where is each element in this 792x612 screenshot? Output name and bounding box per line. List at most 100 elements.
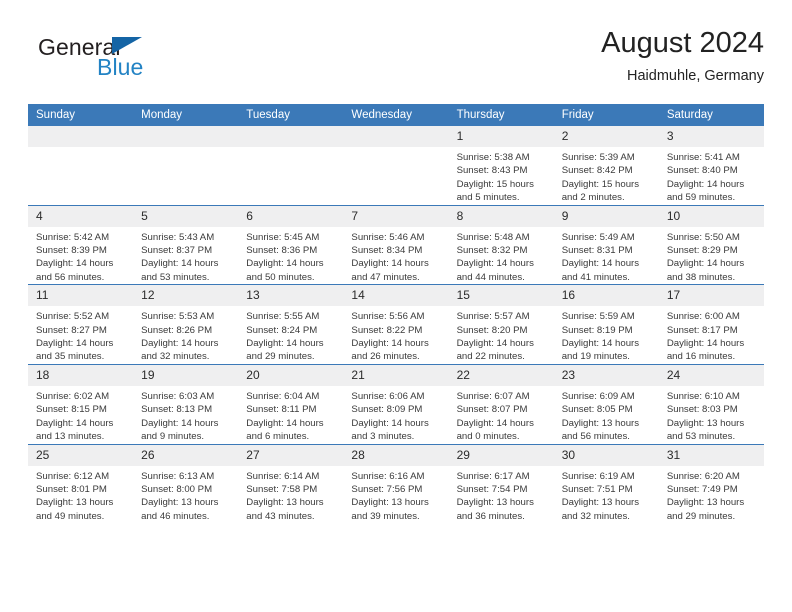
calendar-day-cell[interactable]: 8 Sunrise: 5:48 AM Sunset: 8:32 PM Daylight… bbox=[448, 204, 554, 285]
day-number: 6 bbox=[238, 205, 344, 227]
calendar-day-cell[interactable]: 26 Sunrise: 6:13 AM Sunset: 8:00 PM Dayligh… bbox=[133, 443, 239, 524]
sunset-text: Sunset: 8:17 PM bbox=[666, 324, 738, 336]
sunrise-text: Sunrise: 6:12 AM bbox=[36, 470, 110, 482]
calendar-day-cell[interactable]: 29 Sunrise: 6:17 AM Sunset: 7:54 PM Dayligh… bbox=[448, 443, 554, 524]
calendar-day-cell[interactable]: 7 Sunrise: 5:46 AM Sunset: 8:34 PM Daylight… bbox=[343, 204, 449, 285]
daylight-text: Daylight: 13 hours and 36 minutes. bbox=[456, 497, 534, 522]
sunset-text: Sunset: 7:58 PM bbox=[246, 483, 318, 495]
calendar-day-cell[interactable]: 25 Sunrise: 6:12 AM Sunset: 8:01 PM Dayligh… bbox=[28, 443, 134, 524]
daylight-text: Daylight: 13 hours and 56 minutes. bbox=[561, 417, 640, 443]
daylight-text: Daylight: 13 hours and 32 minutes. bbox=[561, 497, 640, 522]
general-blue-logo[interactable]: General Blue bbox=[38, 34, 218, 94]
calendar-header-row: Sunday Monday Tuesday Wednesday Thursday… bbox=[28, 104, 764, 126]
daylight-text: Daylight: 14 hours and 0 minutes. bbox=[456, 417, 534, 443]
daylight-text: Daylight: 14 hours and 16 minutes. bbox=[666, 338, 745, 363]
calendar-day-cell[interactable]: 18 Sunrise: 6:02 AM Sunset: 8:15 PM Dayligh… bbox=[28, 363, 134, 444]
calendar-day-cell[interactable]: 6 Sunrise: 5:45 AM Sunset: 8:36 PM Daylight… bbox=[238, 204, 344, 285]
calendar-day-cell[interactable]: 31 Sunrise: 6:20 AM Sunset: 7:49 PM Dayligh… bbox=[658, 443, 764, 524]
calendar-day-cell[interactable]: 1 Sunrise: 5:38 AM Sunset: 8:43 PM Daylight… bbox=[448, 126, 554, 206]
sunset-text: Sunset: 8:19 PM bbox=[561, 324, 633, 336]
sunset-text: Sunset: 7:56 PM bbox=[351, 483, 423, 495]
calendar-day-cell[interactable]: 9 Sunrise: 5:49 AM Sunset: 8:31 PM Daylight… bbox=[553, 204, 659, 285]
calendar-day-cell[interactable]: 21 Sunrise: 6:06 AM Sunset: 8:09 PM Dayligh… bbox=[343, 363, 449, 444]
calendar-day-cell[interactable]: 4 Sunrise: 5:42 AM Sunset: 8:39 PM Daylight… bbox=[28, 204, 134, 285]
sunrise-text: Sunrise: 6:04 AM bbox=[246, 390, 320, 402]
calendar-day-cell[interactable]: 11 Sunrise: 5:52 AM Sunset: 8:27 PM Dayligh… bbox=[28, 284, 134, 365]
day-details: Sunrise: 6:12 AM Sunset: 8:01 PM Daylight:… bbox=[28, 466, 133, 524]
calendar-day-cell[interactable]: 13 Sunrise: 5:55 AM Sunset: 8:24 PM Dayligh… bbox=[238, 284, 344, 365]
sunrise-text: Sunrise: 6:03 AM bbox=[141, 390, 215, 402]
daylight-text: Daylight: 15 hours and 5 minutes. bbox=[456, 178, 534, 204]
sunset-text: Sunset: 7:49 PM bbox=[666, 483, 738, 495]
day-details: Sunrise: 6:00 AM Sunset: 8:17 PM Daylight:… bbox=[659, 306, 764, 364]
day-details: Sunrise: 6:20 AM Sunset: 7:49 PM Daylight:… bbox=[659, 466, 764, 524]
day-number: 4 bbox=[28, 205, 134, 227]
sunrise-text: Sunrise: 6:14 AM bbox=[246, 470, 320, 482]
calendar-day-cell[interactable]: 3 Sunrise: 5:41 AM Sunset: 8:40 PM Daylight… bbox=[658, 126, 764, 206]
sunrise-text: Sunrise: 5:57 AM bbox=[456, 311, 530, 323]
calendar-day-cell[interactable]: 19 Sunrise: 6:03 AM Sunset: 8:13 PM Dayligh… bbox=[133, 363, 239, 444]
sunset-text: Sunset: 8:20 PM bbox=[456, 324, 528, 336]
calendar-day-cell[interactable]: 22 Sunrise: 6:07 AM Sunset: 8:07 PM Dayligh… bbox=[448, 363, 554, 444]
calendar-day-cell[interactable]: 28 Sunrise: 6:16 AM Sunset: 7:56 PM Dayligh… bbox=[343, 443, 449, 524]
weekday-header-monday: Monday bbox=[133, 104, 239, 126]
sunset-text: Sunset: 8:42 PM bbox=[561, 165, 633, 177]
day-number: 22 bbox=[448, 364, 554, 386]
page-subtitle: Haidmuhle, Germany bbox=[627, 68, 764, 84]
sunset-text: Sunset: 8:36 PM bbox=[246, 245, 318, 257]
daylight-text: Daylight: 15 hours and 2 minutes. bbox=[561, 178, 640, 204]
day-details: Sunrise: 5:49 AM Sunset: 8:31 PM Daylight:… bbox=[554, 227, 659, 285]
calendar-day-cell[interactable]: 20 Sunrise: 6:04 AM Sunset: 8:11 PM Dayligh… bbox=[238, 363, 344, 444]
day-number: 21 bbox=[343, 364, 449, 386]
page-title: August 2024 bbox=[601, 27, 764, 59]
sunset-text: Sunset: 8:37 PM bbox=[141, 245, 213, 257]
calendar-day-cell[interactable]: 24 Sunrise: 6:10 AM Sunset: 8:03 PM Dayligh… bbox=[658, 363, 764, 444]
calendar-day-cell[interactable]: 23 Sunrise: 6:09 AM Sunset: 8:05 PM Dayligh… bbox=[553, 363, 659, 444]
daylight-text: Daylight: 14 hours and 26 minutes. bbox=[351, 338, 429, 363]
calendar-day-cell[interactable]: 16 Sunrise: 5:59 AM Sunset: 8:19 PM Dayligh… bbox=[553, 284, 659, 365]
day-details: Sunrise: 5:48 AM Sunset: 8:32 PM Daylight:… bbox=[449, 227, 554, 285]
sunrise-text: Sunrise: 6:07 AM bbox=[456, 390, 530, 402]
daylight-text: Daylight: 14 hours and 22 minutes. bbox=[456, 338, 534, 363]
sunrise-text: Sunrise: 5:46 AM bbox=[351, 231, 425, 243]
sunrise-text: Sunrise: 5:39 AM bbox=[561, 152, 635, 163]
weekday-header-wednesday: Wednesday bbox=[343, 104, 449, 126]
daylight-text: Daylight: 13 hours and 49 minutes. bbox=[36, 497, 114, 522]
weekday-header-saturday: Saturday bbox=[658, 104, 764, 126]
day-details: Sunrise: 5:50 AM Sunset: 8:29 PM Daylight:… bbox=[659, 227, 764, 285]
calendar-day-cell[interactable]: 10 Sunrise: 5:50 AM Sunset: 8:29 PM Dayligh… bbox=[658, 204, 764, 285]
calendar-day-cell[interactable]: 15 Sunrise: 5:57 AM Sunset: 8:20 PM Dayligh… bbox=[448, 284, 554, 365]
calendar-day-cell[interactable]: 2 Sunrise: 5:39 AM Sunset: 8:42 PM Daylight… bbox=[553, 126, 659, 206]
daylight-text: Daylight: 14 hours and 29 minutes. bbox=[246, 338, 324, 363]
day-number: 10 bbox=[658, 205, 764, 227]
day-number: 9 bbox=[553, 205, 659, 227]
calendar-day-cell[interactable]: 30 Sunrise: 6:19 AM Sunset: 7:51 PM Dayligh… bbox=[553, 443, 659, 524]
daylight-text: Daylight: 14 hours and 44 minutes. bbox=[456, 258, 534, 283]
calendar-day-cell-empty bbox=[238, 126, 344, 206]
sunrise-text: Sunrise: 5:42 AM bbox=[36, 231, 110, 243]
sunset-text: Sunset: 8:01 PM bbox=[36, 483, 107, 495]
day-number: 28 bbox=[343, 444, 449, 466]
day-number: 16 bbox=[553, 285, 659, 307]
day-number: 17 bbox=[658, 285, 764, 307]
daylight-text: Daylight: 13 hours and 53 minutes. bbox=[666, 417, 745, 443]
sunrise-text: Sunrise: 5:50 AM bbox=[666, 231, 740, 243]
sunset-text: Sunset: 8:07 PM bbox=[456, 404, 528, 416]
day-details: Sunrise: 6:19 AM Sunset: 7:51 PM Daylight:… bbox=[554, 466, 659, 524]
calendar-week-row: 25 Sunrise: 6:12 AM Sunset: 8:01 PM Dayligh… bbox=[28, 443, 764, 524]
sunrise-text: Sunrise: 5:56 AM bbox=[351, 311, 425, 323]
calendar-day-cell[interactable]: 12 Sunrise: 5:53 AM Sunset: 8:26 PM Dayligh… bbox=[133, 284, 239, 365]
sunset-text: Sunset: 8:40 PM bbox=[666, 165, 738, 177]
day-number: 15 bbox=[448, 285, 554, 307]
sunrise-text: Sunrise: 5:55 AM bbox=[246, 311, 320, 323]
calendar-day-cell[interactable]: 17 Sunrise: 6:00 AM Sunset: 8:17 PM Dayligh… bbox=[658, 284, 764, 365]
calendar-day-cell[interactable]: 14 Sunrise: 5:56 AM Sunset: 8:22 PM Dayligh… bbox=[343, 284, 449, 365]
calendar-day-cell[interactable]: 27 Sunrise: 6:14 AM Sunset: 7:58 PM Dayligh… bbox=[238, 443, 344, 524]
daylight-text: Daylight: 13 hours and 43 minutes. bbox=[246, 497, 324, 522]
day-number bbox=[28, 126, 134, 147]
sunset-text: Sunset: 8:29 PM bbox=[666, 245, 738, 257]
calendar-day-cell[interactable]: 5 Sunrise: 5:43 AM Sunset: 8:37 PM Daylight… bbox=[133, 204, 239, 285]
calendar-week-row: 4 Sunrise: 5:42 AM Sunset: 8:39 PM Daylight… bbox=[28, 204, 764, 285]
day-number: 5 bbox=[133, 205, 239, 227]
daylight-text: Daylight: 14 hours and 47 minutes. bbox=[351, 258, 429, 283]
